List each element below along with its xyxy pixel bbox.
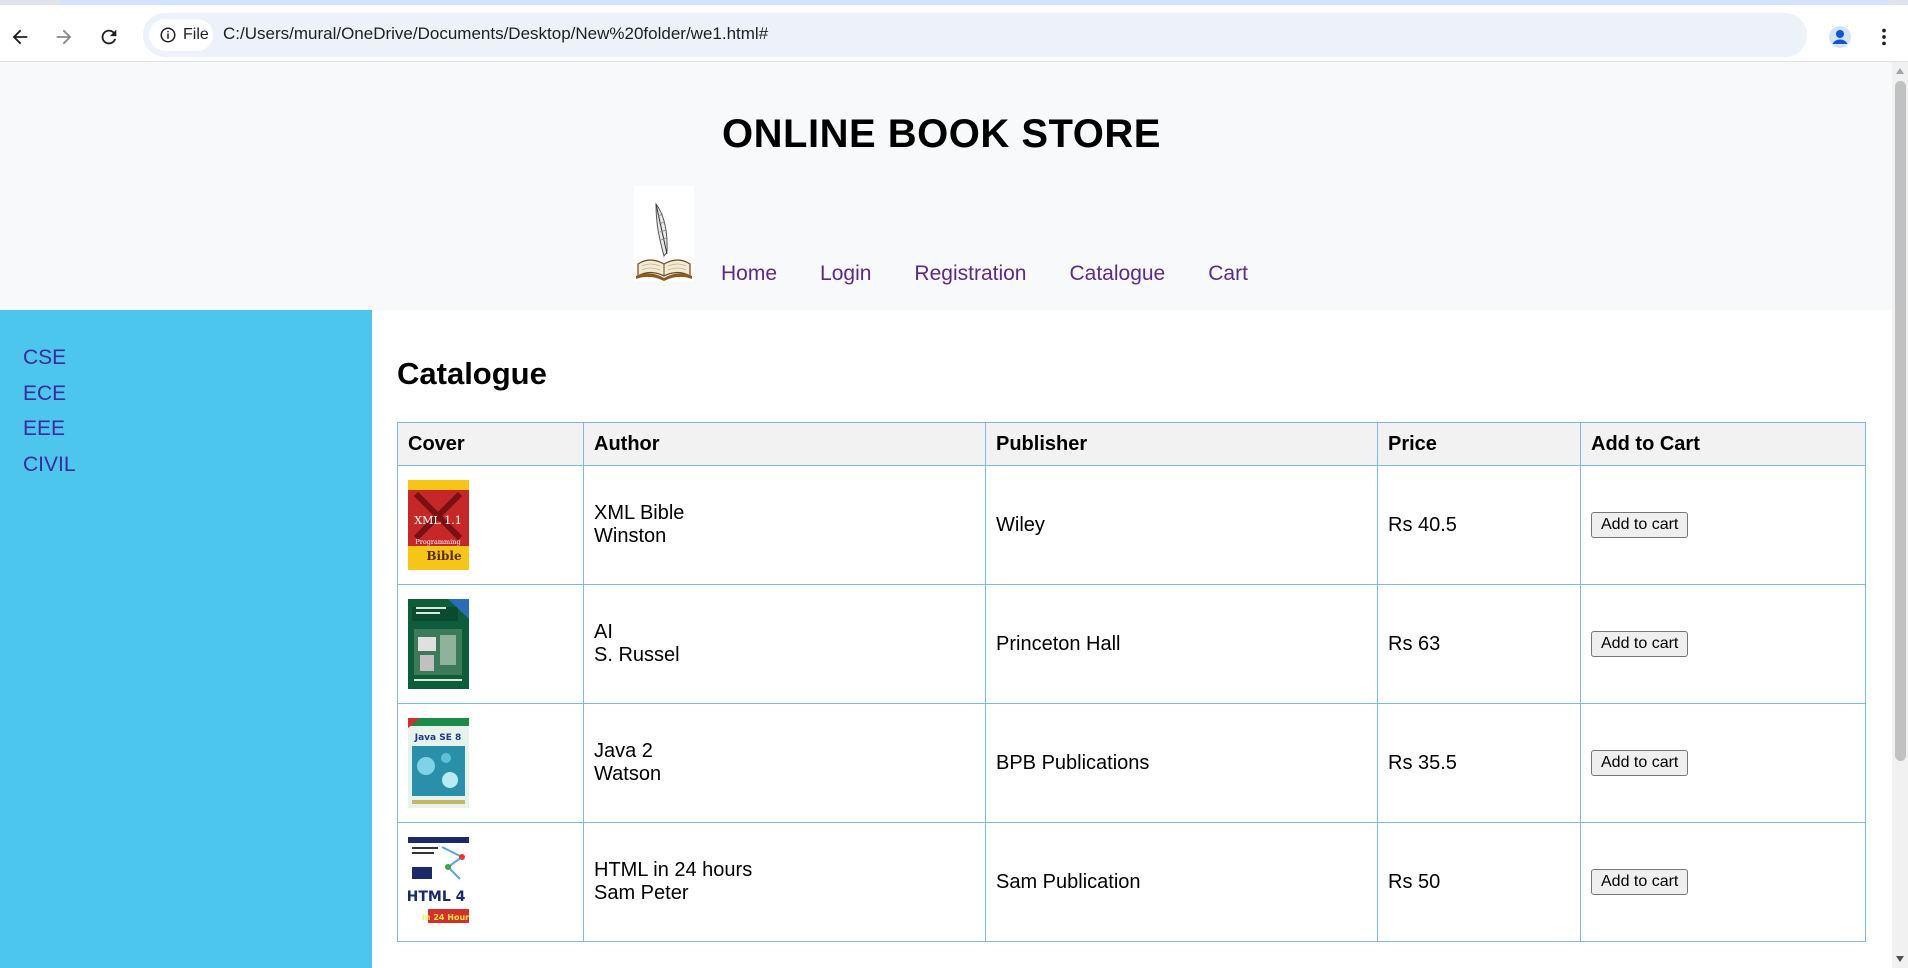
column-header-author: Author	[583, 422, 986, 466]
author-cell: Java 2 Watson	[583, 703, 986, 823]
table-row: XML 1.1 Programming Bible XML Bible Wins…	[397, 465, 1866, 585]
category-sidebar: CSE ECE EEE CIVIL	[0, 310, 372, 968]
scroll-up-arrow-icon[interactable]	[1896, 68, 1904, 74]
site-header: ONLINE BOOK STORE Home Login Registratio…	[0, 62, 1892, 310]
cover-text-xml: XML 1.1	[414, 514, 461, 527]
nav-link-home[interactable]: Home	[721, 262, 777, 286]
book-author: Winston	[594, 525, 667, 547]
column-header-add-to-cart: Add to Cart	[1580, 422, 1866, 466]
scroll-down-arrow-icon[interactable]	[1896, 956, 1904, 962]
back-button[interactable]	[2, 19, 38, 55]
table-header-row: Cover Author Publisher Price Add to Cart	[397, 422, 1866, 466]
category-link-civil[interactable]: CIVIL	[23, 453, 76, 476]
cover-text-html: HTML 4	[408, 889, 466, 905]
add-to-cart-button[interactable]: Add to cart	[1591, 631, 1689, 657]
site-title: ONLINE BOOK STORE	[722, 112, 1161, 156]
table-row: HTML 4 in 24 Hours HTML in 24 hours Sam …	[397, 822, 1866, 942]
book-title: Java 2	[594, 740, 653, 762]
add-to-cart-button[interactable]: Add to cart	[1591, 869, 1689, 895]
book-title: AI	[594, 621, 613, 643]
column-header-publisher: Publisher	[985, 422, 1378, 466]
sidebar-item-ece: ECE	[23, 376, 372, 412]
cover-text-bible: Bible	[426, 549, 462, 563]
price-cell: Rs 63	[1377, 584, 1581, 704]
cover-cell: XML 1.1 Programming Bible	[397, 465, 584, 585]
price-cell: Rs 35.5	[1377, 703, 1581, 823]
page-viewport: ONLINE BOOK STORE Home Login Registratio…	[0, 62, 1908, 968]
nav-link-login[interactable]: Login	[820, 262, 871, 286]
more-vert-icon	[1882, 28, 1886, 46]
add-to-cart-cell: Add to cart	[1580, 465, 1866, 585]
column-header-cover: Cover	[397, 422, 584, 466]
book-title: XML Bible	[594, 502, 685, 524]
html-book-cover-icon[interactable]: HTML 4 in 24 Hours	[408, 837, 469, 927]
book-author: Watson	[594, 763, 662, 785]
forward-button[interactable]	[46, 19, 82, 55]
category-link-eee[interactable]: EEE	[23, 417, 65, 440]
table-row: Java SE 8 Java 2 Watson BPB Publications	[397, 703, 1866, 823]
browser-menu-button[interactable]	[1866, 19, 1902, 55]
add-to-cart-button[interactable]: Add to cart	[1591, 750, 1689, 776]
cover-text-programming: Programming	[415, 538, 460, 546]
site-info-chip[interactable]: File	[149, 19, 213, 51]
category-link-cse[interactable]: CSE	[23, 346, 66, 369]
info-icon	[160, 27, 176, 43]
profile-icon	[1829, 26, 1851, 48]
column-header-price: Price	[1377, 422, 1581, 466]
add-to-cart-cell: Add to cart	[1580, 703, 1866, 823]
author-cell: XML Bible Winston	[583, 465, 986, 585]
sidebar-item-cse: CSE	[23, 340, 372, 376]
nav-link-cart[interactable]: Cart	[1208, 262, 1248, 286]
book-author: S. Russel	[594, 644, 680, 666]
cover-text-java: Java SE 8	[414, 733, 462, 743]
author-cell: HTML in 24 hours Sam Peter	[583, 822, 986, 942]
sidebar-item-civil: CIVIL	[23, 447, 372, 483]
reload-button[interactable]	[91, 19, 127, 55]
nav-link-registration[interactable]: Registration	[914, 262, 1026, 286]
publisher-cell: Princeton Hall	[985, 584, 1378, 704]
catalogue-table: Cover Author Publisher Price Add to Cart	[397, 422, 1866, 942]
table-row: AI S. Russel Princeton Hall Rs 63 Add to…	[397, 584, 1866, 704]
cover-text-24-hours: in 24 Hours	[422, 913, 469, 922]
publisher-cell: BPB Publications	[985, 703, 1378, 823]
price-cell: Rs 40.5	[1377, 465, 1581, 585]
scrollbar-thumb[interactable]	[1895, 81, 1906, 761]
ai-book-cover-icon[interactable]	[408, 599, 469, 689]
add-to-cart-cell: Add to cart	[1580, 584, 1866, 704]
category-link-ece[interactable]: ECE	[23, 382, 66, 405]
site-chip-label: File	[183, 26, 209, 43]
author-cell: AI S. Russel	[583, 584, 986, 704]
address-bar[interactable]: File C:/Users/mural/OneDrive/Documents/D…	[143, 13, 1908, 57]
xml-bible-cover-icon[interactable]: XML 1.1 Programming Bible	[408, 480, 469, 570]
profile-button[interactable]	[1822, 19, 1858, 55]
publisher-cell: Sam Publication	[985, 822, 1378, 942]
add-to-cart-cell: Add to cart	[1580, 822, 1866, 942]
url-text[interactable]: C:/Users/mural/OneDrive/Documents/Deskto…	[223, 24, 768, 44]
book-title: HTML in 24 hours	[594, 859, 753, 881]
book-author: Sam Peter	[594, 882, 689, 904]
forward-arrow-icon	[56, 29, 72, 45]
browser-toolbar: File C:/Users/mural/OneDrive/Documents/D…	[0, 5, 1908, 62]
publisher-cell: Wiley	[985, 465, 1378, 585]
cover-cell	[397, 584, 584, 704]
vertical-scrollbar[interactable]	[1892, 62, 1908, 968]
cover-cell: HTML 4 in 24 Hours	[397, 822, 584, 942]
main-nav: Home Login Registration Catalogue Cart	[721, 262, 1291, 286]
java-book-cover-icon[interactable]: Java SE 8	[408, 718, 469, 808]
sidebar-item-eee: EEE	[23, 411, 372, 447]
reload-icon	[101, 29, 117, 45]
nav-link-catalogue[interactable]: Catalogue	[1069, 262, 1165, 286]
back-arrow-icon	[12, 29, 28, 45]
price-cell: Rs 50	[1377, 822, 1581, 942]
category-list: CSE ECE EEE CIVIL	[0, 310, 372, 482]
book-quill-logo-icon	[634, 186, 694, 282]
cover-cell: Java SE 8	[397, 703, 584, 823]
add-to-cart-button[interactable]: Add to cart	[1591, 512, 1689, 538]
page-title: Catalogue	[397, 356, 547, 391]
